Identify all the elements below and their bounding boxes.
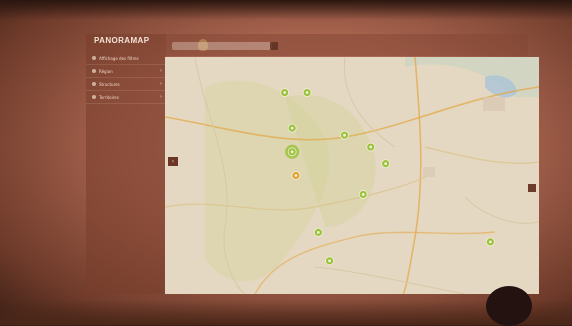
map-marker[interactable] xyxy=(340,130,349,140)
map-marker[interactable] xyxy=(302,88,312,97)
map-marker[interactable] xyxy=(285,144,300,159)
sidebar-item-filters[interactable]: Affichage des filtres xyxy=(86,52,166,65)
chevron-right-icon: › xyxy=(160,81,162,87)
territory-icon xyxy=(92,95,96,99)
sidebar: PANORAMAP Affichage des filtres Région ›… xyxy=(86,34,208,294)
structure-icon xyxy=(92,82,96,86)
sidebar-item-region[interactable]: Région › xyxy=(86,65,166,78)
map-marker[interactable] xyxy=(287,123,297,133)
audience-head xyxy=(486,286,532,326)
sidebar-menu: Affichage des filtres Région › Structure… xyxy=(86,52,166,104)
sidebar-item-territories[interactable]: Territoires › xyxy=(86,91,166,104)
search-input[interactable] xyxy=(172,42,272,50)
map-view[interactable] xyxy=(165,57,539,294)
chevron-right-icon: › xyxy=(160,68,162,74)
map-marker[interactable] xyxy=(280,88,290,97)
sidebar-item-structures[interactable]: Structures › xyxy=(86,78,166,91)
sidebar-item-label: Territoires xyxy=(99,94,119,100)
chevron-right-icon: › xyxy=(160,94,162,100)
sidebar-item-label: Structures xyxy=(99,81,120,87)
map-marker[interactable] xyxy=(291,171,301,180)
map-marker[interactable] xyxy=(381,159,391,169)
map-marker[interactable] xyxy=(366,142,376,152)
search-button[interactable] xyxy=(270,42,278,50)
map-marker[interactable] xyxy=(325,256,334,266)
wall-top xyxy=(0,0,572,20)
map-marker[interactable] xyxy=(485,237,495,247)
map-marker[interactable] xyxy=(313,227,323,237)
map-toolbar xyxy=(166,34,528,56)
map-right-handle[interactable] xyxy=(528,184,536,192)
map-canvas xyxy=(165,57,539,294)
app-logo: PANORAMAP xyxy=(94,36,150,45)
map-sidebar-toggle[interactable]: ‹ xyxy=(168,157,178,166)
sidebar-item-label: Région xyxy=(99,68,113,74)
map-marker[interactable] xyxy=(358,190,368,199)
region-icon xyxy=(92,69,96,73)
sidebar-item-label: Affichage des filtres xyxy=(99,55,139,61)
filter-icon xyxy=(92,56,96,60)
